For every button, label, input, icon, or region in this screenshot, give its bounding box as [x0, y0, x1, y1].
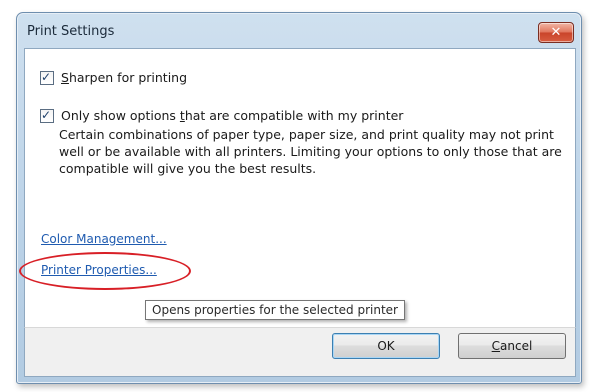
close-icon: ✕ [550, 25, 562, 40]
sharpen-label: Sharpen for printing [61, 70, 188, 85]
printer-properties-link[interactable]: Printer Properties... [41, 263, 157, 277]
sharpen-checkbox[interactable]: ✓ [40, 70, 54, 85]
dialog-title: Print Settings [27, 24, 115, 39]
cancel-button[interactable]: Cancel [458, 333, 566, 359]
compatible-description: Certain combinations of paper type, pape… [59, 127, 562, 176]
compatible-label: Only show options that are compatible wi… [61, 108, 404, 123]
checkbox-tick-icon: ✓ [41, 70, 52, 84]
compatible-option[interactable]: ✓ Only show options that are compatible … [40, 107, 403, 124]
compatible-checkbox[interactable]: ✓ [40, 108, 54, 123]
checkbox-tick-icon: ✓ [41, 108, 52, 122]
printer-properties-tooltip: Opens properties for the selected printe… [145, 300, 405, 320]
color-management-link[interactable]: Color Management... [41, 232, 167, 246]
print-settings-dialog: Print Settings ✕ [16, 12, 582, 384]
sharpen-option[interactable]: ✓ Sharpen for printing [40, 69, 187, 86]
dialog-content [24, 48, 576, 328]
ok-button[interactable]: OK [332, 333, 440, 359]
close-button[interactable]: ✕ [538, 22, 574, 43]
